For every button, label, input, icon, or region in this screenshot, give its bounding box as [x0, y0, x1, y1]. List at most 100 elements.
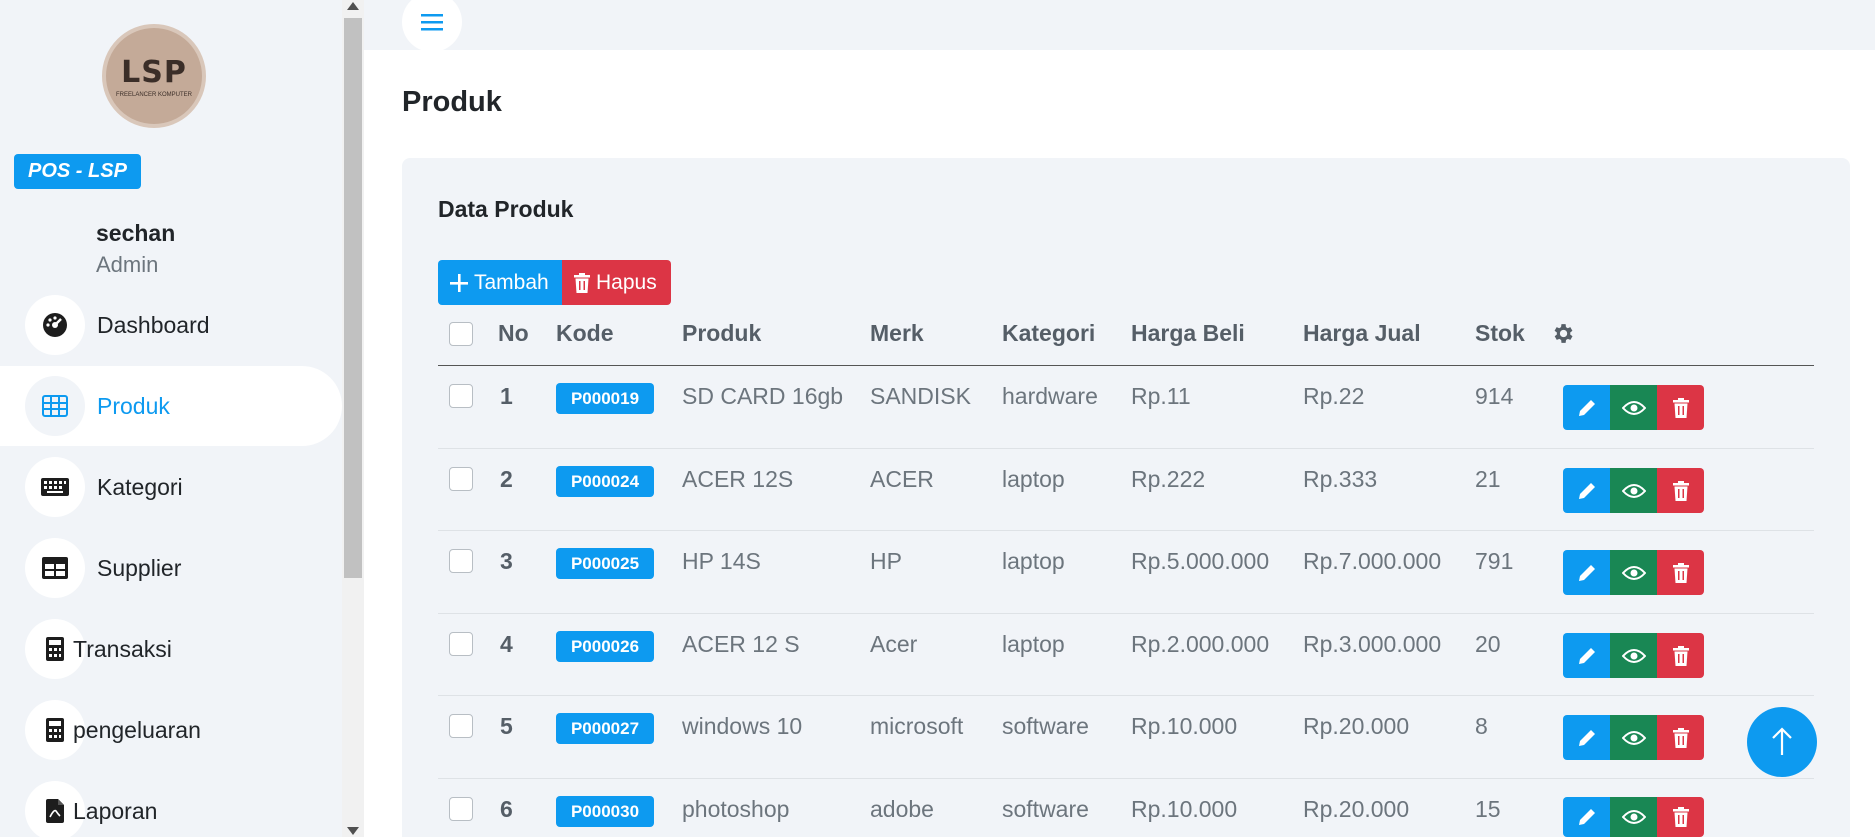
product-name: HP 14S: [682, 548, 761, 574]
stock: 21: [1475, 466, 1501, 492]
scroll-up-arrow[interactable]: [347, 2, 359, 10]
brand-name: Acer: [870, 631, 918, 657]
selling-price: Rp.333: [1303, 466, 1378, 492]
delete-button[interactable]: [1657, 385, 1704, 430]
row-divider: [438, 613, 1814, 614]
view-button[interactable]: [1610, 633, 1657, 678]
row-no: 3: [500, 548, 513, 574]
sidebar-item-transaksi[interactable]: Transaksi: [0, 609, 342, 689]
pencil-icon: [1578, 399, 1595, 416]
selling-price: Rp.20.000: [1303, 713, 1410, 739]
row-checkbox[interactable]: [449, 549, 473, 573]
selling-price: Rp.7.000.000: [1303, 548, 1442, 574]
column-header-produk: Produk: [682, 320, 762, 346]
purchase-price: Rp.5.000.000: [1131, 548, 1270, 574]
category-name: software: [1002, 796, 1089, 822]
view-button[interactable]: [1610, 715, 1657, 760]
brand-name: SANDISK: [870, 383, 971, 409]
stock: 791: [1475, 548, 1514, 574]
trash-icon: [1672, 397, 1689, 418]
row-checkbox[interactable]: [449, 384, 473, 408]
stock: 914: [1475, 383, 1514, 409]
logo-subtitle: FREELANCER KOMPUTER: [115, 91, 192, 98]
logo-text: LSP: [121, 54, 187, 90]
eye-icon: [1621, 400, 1646, 415]
arrow-up-icon: [1772, 727, 1792, 755]
table-header-divider: [438, 365, 1814, 366]
sidebar-item-label: Kategori: [97, 473, 183, 500]
trash-icon: [1672, 727, 1689, 748]
stock: 20: [1475, 631, 1501, 657]
trash-icon: [1672, 645, 1689, 666]
product-name: photoshop: [682, 796, 790, 822]
gauge-icon: [25, 295, 85, 355]
code-badge: P000030: [556, 796, 654, 827]
purchase-price: Rp.11: [1131, 383, 1191, 409]
selling-price: Rp.20.000: [1303, 796, 1410, 822]
sidebar-item-pengeluaran[interactable]: pengeluaran: [0, 690, 342, 770]
view-button[interactable]: [1610, 797, 1657, 837]
back-to-top-button[interactable]: [1747, 707, 1817, 777]
sidebar-item-produk[interactable]: Produk: [0, 366, 342, 446]
page-title: Produk: [402, 86, 502, 118]
view-button[interactable]: [1610, 550, 1657, 595]
category-name: laptop: [1002, 466, 1065, 492]
delete-button[interactable]: [1657, 633, 1704, 678]
delete-button-label: Hapus: [596, 270, 657, 294]
user-role: Admin: [96, 252, 159, 277]
stock: 8: [1475, 713, 1488, 739]
pencil-icon: [1578, 564, 1595, 581]
edit-button[interactable]: [1563, 797, 1610, 837]
selling-price: Rp.3.000.000: [1303, 631, 1442, 657]
row-checkbox[interactable]: [449, 632, 473, 656]
column-header-merk: Merk: [870, 320, 924, 346]
row-checkbox[interactable]: [449, 797, 473, 821]
column-header-kode: Kode: [556, 320, 614, 346]
view-button[interactable]: [1610, 468, 1657, 513]
edit-button[interactable]: [1563, 633, 1610, 678]
delete-button[interactable]: [1657, 468, 1704, 513]
table-icon: [25, 538, 85, 598]
sidebar-item-dashboard[interactable]: Dashboard: [0, 285, 342, 365]
product-name: windows 10: [682, 713, 803, 739]
stock: 15: [1475, 796, 1501, 822]
card-title: Data Produk: [438, 196, 574, 222]
sidebar-scrollbar[interactable]: [342, 0, 364, 837]
edit-button[interactable]: [1563, 385, 1610, 430]
selling-price: Rp.22: [1303, 383, 1365, 409]
pencil-icon: [1578, 809, 1595, 825]
edit-button[interactable]: [1563, 468, 1610, 513]
sidebar-item-kategori[interactable]: Kategori: [0, 447, 342, 527]
row-checkbox[interactable]: [449, 714, 473, 738]
brand-name: adobe: [870, 796, 934, 822]
bulk-delete-button[interactable]: Hapus: [562, 260, 671, 305]
edit-button[interactable]: [1563, 550, 1610, 595]
eye-icon: [1621, 730, 1646, 745]
sidebar: LSP FREELANCER KOMPUTER POS - LSP sechan…: [0, 0, 342, 837]
row-no: 6: [500, 796, 513, 822]
category-name: laptop: [1002, 631, 1065, 657]
row-divider: [438, 695, 1814, 696]
view-button[interactable]: [1610, 385, 1657, 430]
add-button[interactable]: Tambah: [438, 260, 562, 305]
add-button-label: Tambah: [474, 270, 549, 294]
logo: LSP FREELANCER KOMPUTER: [102, 24, 206, 128]
delete-button[interactable]: [1657, 550, 1704, 595]
grid-icon: [25, 376, 85, 436]
purchase-price: Rp.10.000: [1131, 796, 1238, 822]
sidebar-item-laporan[interactable]: Laporan: [0, 771, 342, 837]
column-header-harga-beli: Harga Beli: [1131, 320, 1245, 346]
scroll-down-arrow[interactable]: [347, 827, 359, 835]
row-checkbox[interactable]: [449, 467, 473, 491]
select-all-checkbox[interactable]: [449, 322, 473, 346]
code-badge: P000027: [556, 713, 654, 744]
gear-icon[interactable]: [1550, 321, 1575, 346]
scroll-thumb[interactable]: [344, 18, 362, 578]
delete-button[interactable]: [1657, 797, 1704, 837]
trash-icon: [1672, 480, 1689, 501]
sidebar-item-supplier[interactable]: Supplier: [0, 528, 342, 608]
plus-icon: [450, 273, 468, 292]
edit-button[interactable]: [1563, 715, 1610, 760]
sidebar-item-label: Transaksi: [73, 635, 172, 662]
delete-button[interactable]: [1657, 715, 1704, 760]
